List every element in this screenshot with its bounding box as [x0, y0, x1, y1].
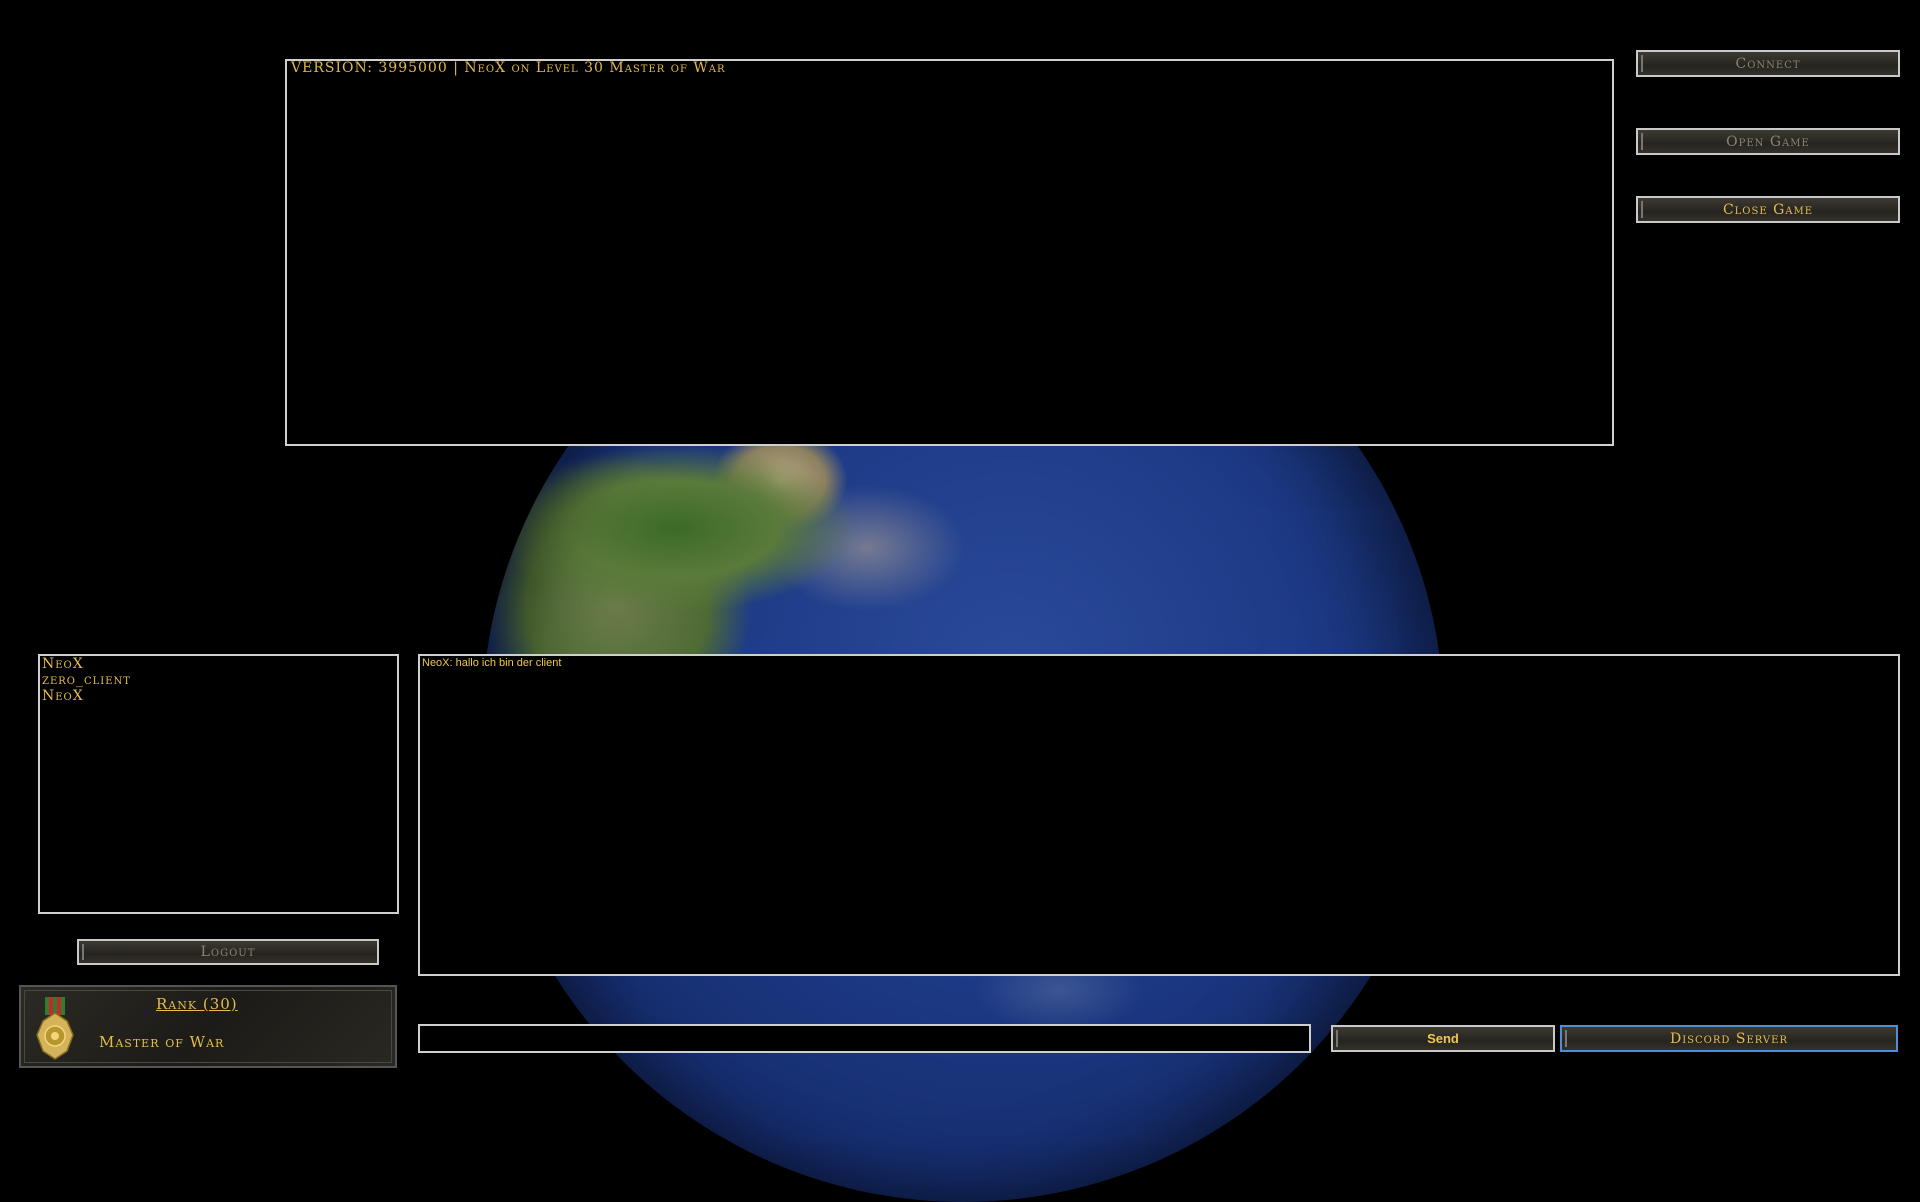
logout-button-label: Logout [200, 944, 256, 960]
player-list: NeoX zero_client NeoX [42, 656, 131, 704]
player-list-item[interactable]: NeoX [42, 656, 131, 672]
discord-server-button[interactable]: Discord Server [1560, 1025, 1898, 1052]
close-game-button-label: Close Game [1722, 201, 1814, 218]
chat-log-panel[interactable]: NeoX: hallo ich bin der client [418, 654, 1900, 976]
version-log-panel: VERSION: 3995000 | NeoX on Level 30 Mast… [285, 59, 1614, 446]
send-button[interactable]: Send [1331, 1025, 1555, 1052]
discord-server-button-label: Discord Server [1670, 1030, 1788, 1047]
player-list-panel[interactable]: NeoX zero_client NeoX [38, 654, 399, 914]
rank-name: Master of War [99, 1033, 225, 1051]
rank-title: Rank (30) [156, 995, 238, 1013]
player-list-item[interactable]: zero_client [42, 672, 131, 688]
rank-panel: Rank (30) Master of War [19, 985, 397, 1068]
open-game-button[interactable]: Open Game [1636, 128, 1900, 155]
send-button-label: Send [1427, 1031, 1459, 1046]
chat-input[interactable] [418, 1024, 1311, 1053]
open-game-button-label: Open Game [1726, 133, 1810, 150]
player-list-item[interactable]: NeoX [42, 688, 131, 704]
logout-button[interactable]: Logout [77, 939, 379, 965]
connect-button[interactable]: Connect [1636, 50, 1900, 77]
close-game-button[interactable]: Close Game [1636, 196, 1900, 223]
chat-message: NeoX: hallo ich bin der client [422, 657, 562, 669]
medal-icon [36, 997, 74, 1060]
connect-button-label: Connect [1735, 55, 1801, 72]
version-text: VERSION: 3995000 | NeoX on Level 30 Mast… [291, 60, 726, 76]
